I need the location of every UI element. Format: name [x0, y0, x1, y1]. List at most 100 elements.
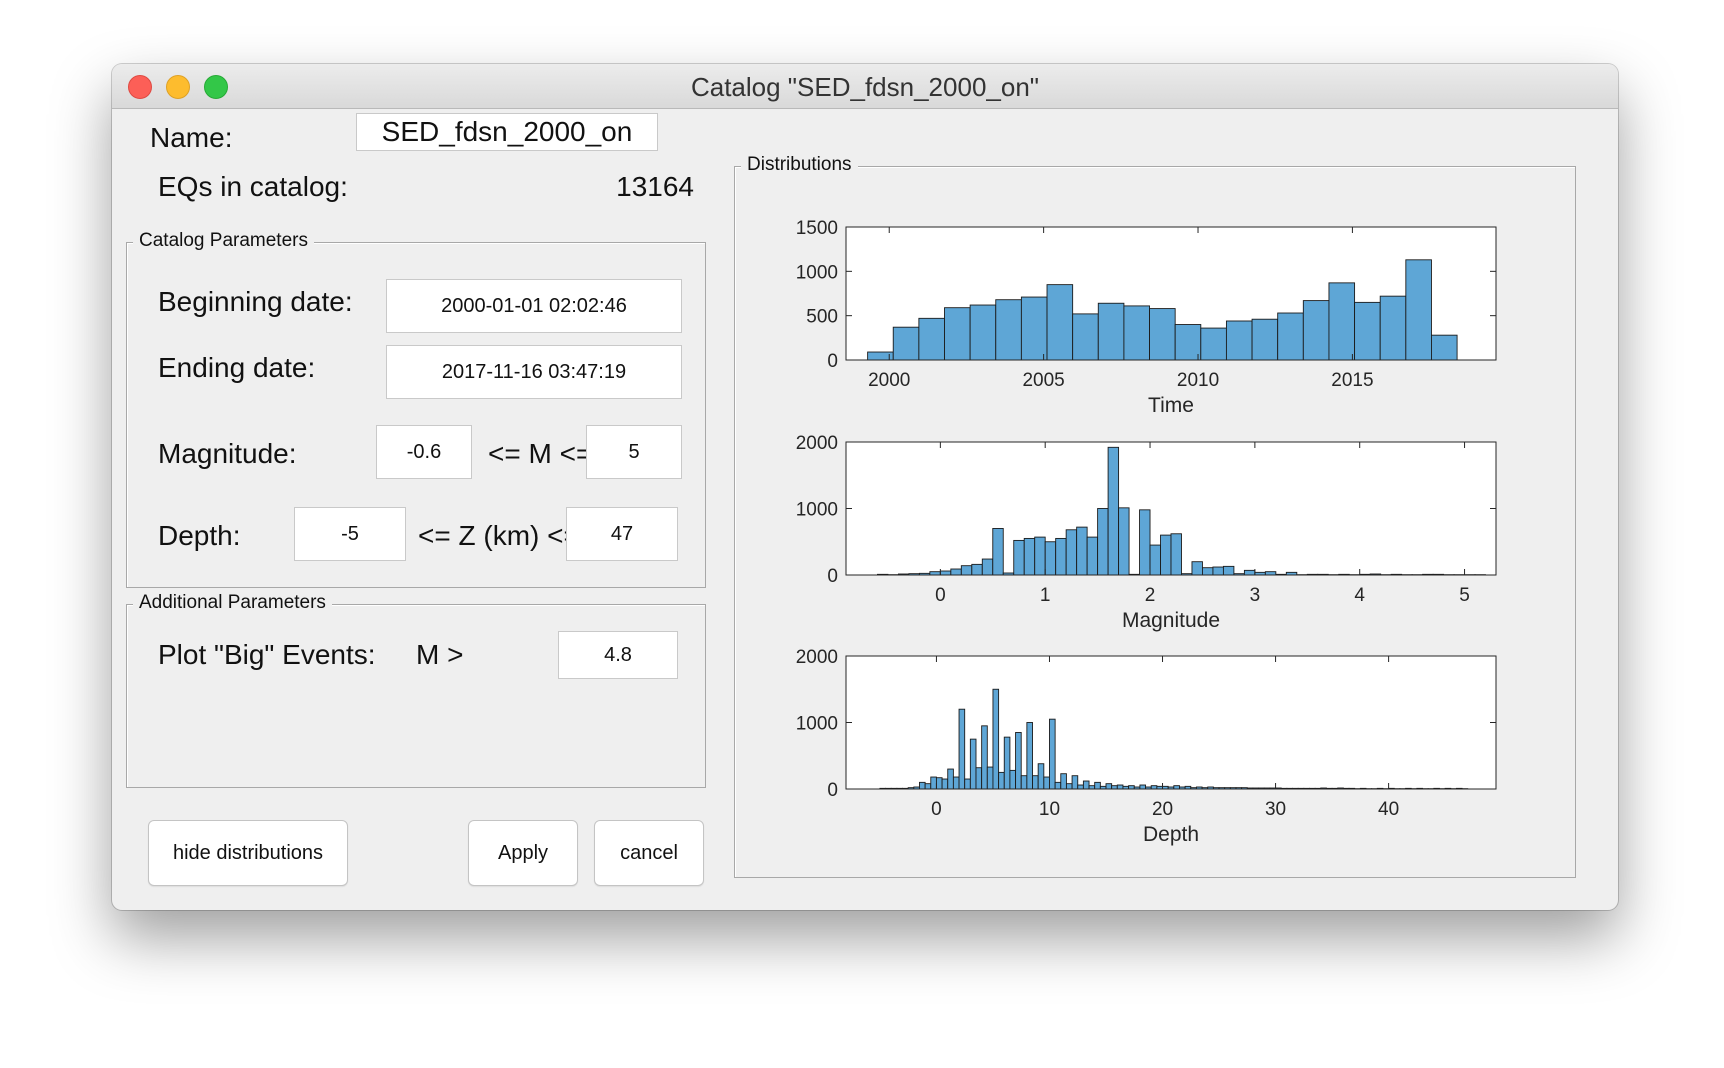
- histogram-bar: [998, 771, 1005, 790]
- window-content: Name: SED_fdsn_2000_on EQs in catalog: 1…: [112, 108, 1618, 910]
- additional-parameters-legend: Additional Parameters: [133, 592, 332, 614]
- y-tick-label: 0: [827, 351, 838, 372]
- window-title: Catalog "SED_fdsn_2000_on": [690, 72, 1040, 102]
- x-tick-label: 2005: [1022, 370, 1064, 391]
- histogram-bar: [1026, 722, 1033, 790]
- x-tick-label: 2000: [868, 370, 910, 391]
- depth-max-field[interactable]: 47: [566, 507, 678, 561]
- magnitude-operator-label: <= M <=: [488, 438, 586, 469]
- histogram-bar: [1046, 284, 1074, 361]
- histogram-bar: [1054, 781, 1062, 790]
- histogram-bar: [941, 778, 949, 790]
- histogram-bar: [1379, 295, 1407, 361]
- histogram-bar: [1097, 302, 1125, 361]
- plot-area: [846, 656, 1496, 789]
- histogram-bar: [1405, 259, 1432, 361]
- y-tick-label: 500: [806, 307, 838, 328]
- histogram-bar: [1037, 763, 1045, 790]
- histogram-bar: [964, 778, 971, 790]
- x-tick-label: 30: [1265, 799, 1286, 820]
- beginning-date-label: Beginning date:: [158, 286, 353, 317]
- x-tick-label: 5: [1459, 585, 1470, 606]
- histogram-bar: [1139, 509, 1151, 576]
- beginning-date-field[interactable]: 2000-01-01 02:02:46: [386, 279, 682, 333]
- histogram-bar: [981, 558, 994, 576]
- x-tick-label: 10: [1039, 799, 1060, 820]
- y-tick-label: 2000: [796, 433, 838, 454]
- y-tick-label: 1000: [796, 714, 838, 735]
- x-tick-label: 0: [935, 585, 946, 606]
- histogram-bar: [1170, 533, 1182, 576]
- big-events-operator-label: M >: [416, 639, 464, 670]
- histogram-bar: [1082, 780, 1090, 790]
- name-label: Name:: [150, 122, 233, 153]
- histogram-bar: [969, 738, 977, 790]
- histogram-bar: [1023, 537, 1036, 576]
- catalog-parameters-legend: Catalog Parameters: [133, 230, 314, 252]
- histogram-bar: [1431, 334, 1458, 361]
- y-tick-label: 1000: [796, 500, 838, 521]
- histogram-bar: [1225, 320, 1253, 361]
- histogram-bar: [918, 317, 945, 361]
- x-tick-label: 20: [1152, 799, 1173, 820]
- x-tick-label: 2: [1145, 585, 1156, 606]
- histogram-bar: [1094, 781, 1101, 790]
- depth-min-field[interactable]: -5: [294, 507, 406, 561]
- y-tick-label: 0: [827, 780, 838, 801]
- histogram-bar: [1013, 539, 1025, 576]
- histogram-bar: [1015, 732, 1022, 790]
- histogram-bar: [1139, 784, 1147, 790]
- histogram-bar: [1251, 318, 1279, 361]
- ending-date-label: Ending date:: [158, 352, 316, 383]
- y-tick-label: 2000: [796, 647, 838, 668]
- histogram-bar: [1243, 569, 1256, 576]
- x-tick-label: 4: [1354, 585, 1365, 606]
- depth-histogram: 0 10 20 30 40 0 1000 2000 Depth: [796, 647, 1497, 846]
- depth-operator-label: <= Z (km) <=: [418, 520, 566, 551]
- histogram-bar: [992, 688, 1000, 790]
- magnitude-min-field[interactable]: -0.6: [376, 425, 472, 479]
- apply-button[interactable]: Apply: [468, 820, 578, 886]
- x-axis-label: Time: [1148, 394, 1194, 417]
- histogram-bar: [924, 783, 932, 790]
- histogram-bar: [919, 781, 926, 790]
- histogram-bar: [969, 304, 997, 361]
- histogram-bar: [1302, 300, 1330, 361]
- histogram-bar: [1354, 301, 1381, 361]
- histogram-bar: [986, 766, 994, 790]
- cancel-button[interactable]: cancel: [594, 820, 704, 886]
- time-histogram: 2000 2005 2010 2015 0 500 1000 1500 Time: [796, 218, 1497, 417]
- histogram-bar: [1174, 324, 1202, 361]
- histogram-bar: [1060, 773, 1067, 790]
- histogram-bar: [944, 307, 971, 361]
- histogram-bar: [1009, 769, 1017, 790]
- histogram-bar: [1049, 718, 1056, 790]
- histogram-bar: [1107, 446, 1120, 576]
- histogram-bar: [1222, 565, 1235, 576]
- histogram-bar: [1071, 775, 1079, 790]
- catalog-window: Catalog "SED_fdsn_2000_on" Name: SED_fds…: [112, 64, 1618, 910]
- magnitude-max-field[interactable]: 5: [586, 425, 682, 479]
- ending-date-field[interactable]: 2017-11-16 03:47:19: [386, 345, 682, 399]
- histogram-bar: [1076, 526, 1088, 576]
- hide-distributions-button[interactable]: hide distributions: [148, 820, 348, 886]
- histogram-bar: [995, 299, 1022, 361]
- big-events-magnitude-field[interactable]: 4.8: [558, 631, 678, 679]
- histogram-bar: [1277, 312, 1304, 361]
- eqs-count: 13164: [616, 171, 694, 202]
- y-tick-label: 1500: [796, 218, 838, 239]
- histogram-bar: [1116, 784, 1124, 790]
- eqs-label: EQs in catalog:: [158, 171, 348, 202]
- histogram-bar: [1086, 536, 1099, 576]
- x-tick-label: 1: [1040, 585, 1051, 606]
- catalog-name-field[interactable]: SED_fdsn_2000_on: [356, 113, 658, 151]
- histogram-bar: [1003, 736, 1011, 790]
- histogram-bar: [950, 568, 962, 576]
- x-axis-label: Depth: [1143, 823, 1199, 846]
- histogram-bar: [981, 725, 988, 790]
- x-tick-label: 0: [931, 799, 942, 820]
- magnitude-label: Magnitude:: [158, 438, 297, 469]
- histogram-bar: [939, 570, 952, 576]
- y-tick-label: 0: [827, 566, 838, 587]
- histogram-bar: [1020, 296, 1048, 361]
